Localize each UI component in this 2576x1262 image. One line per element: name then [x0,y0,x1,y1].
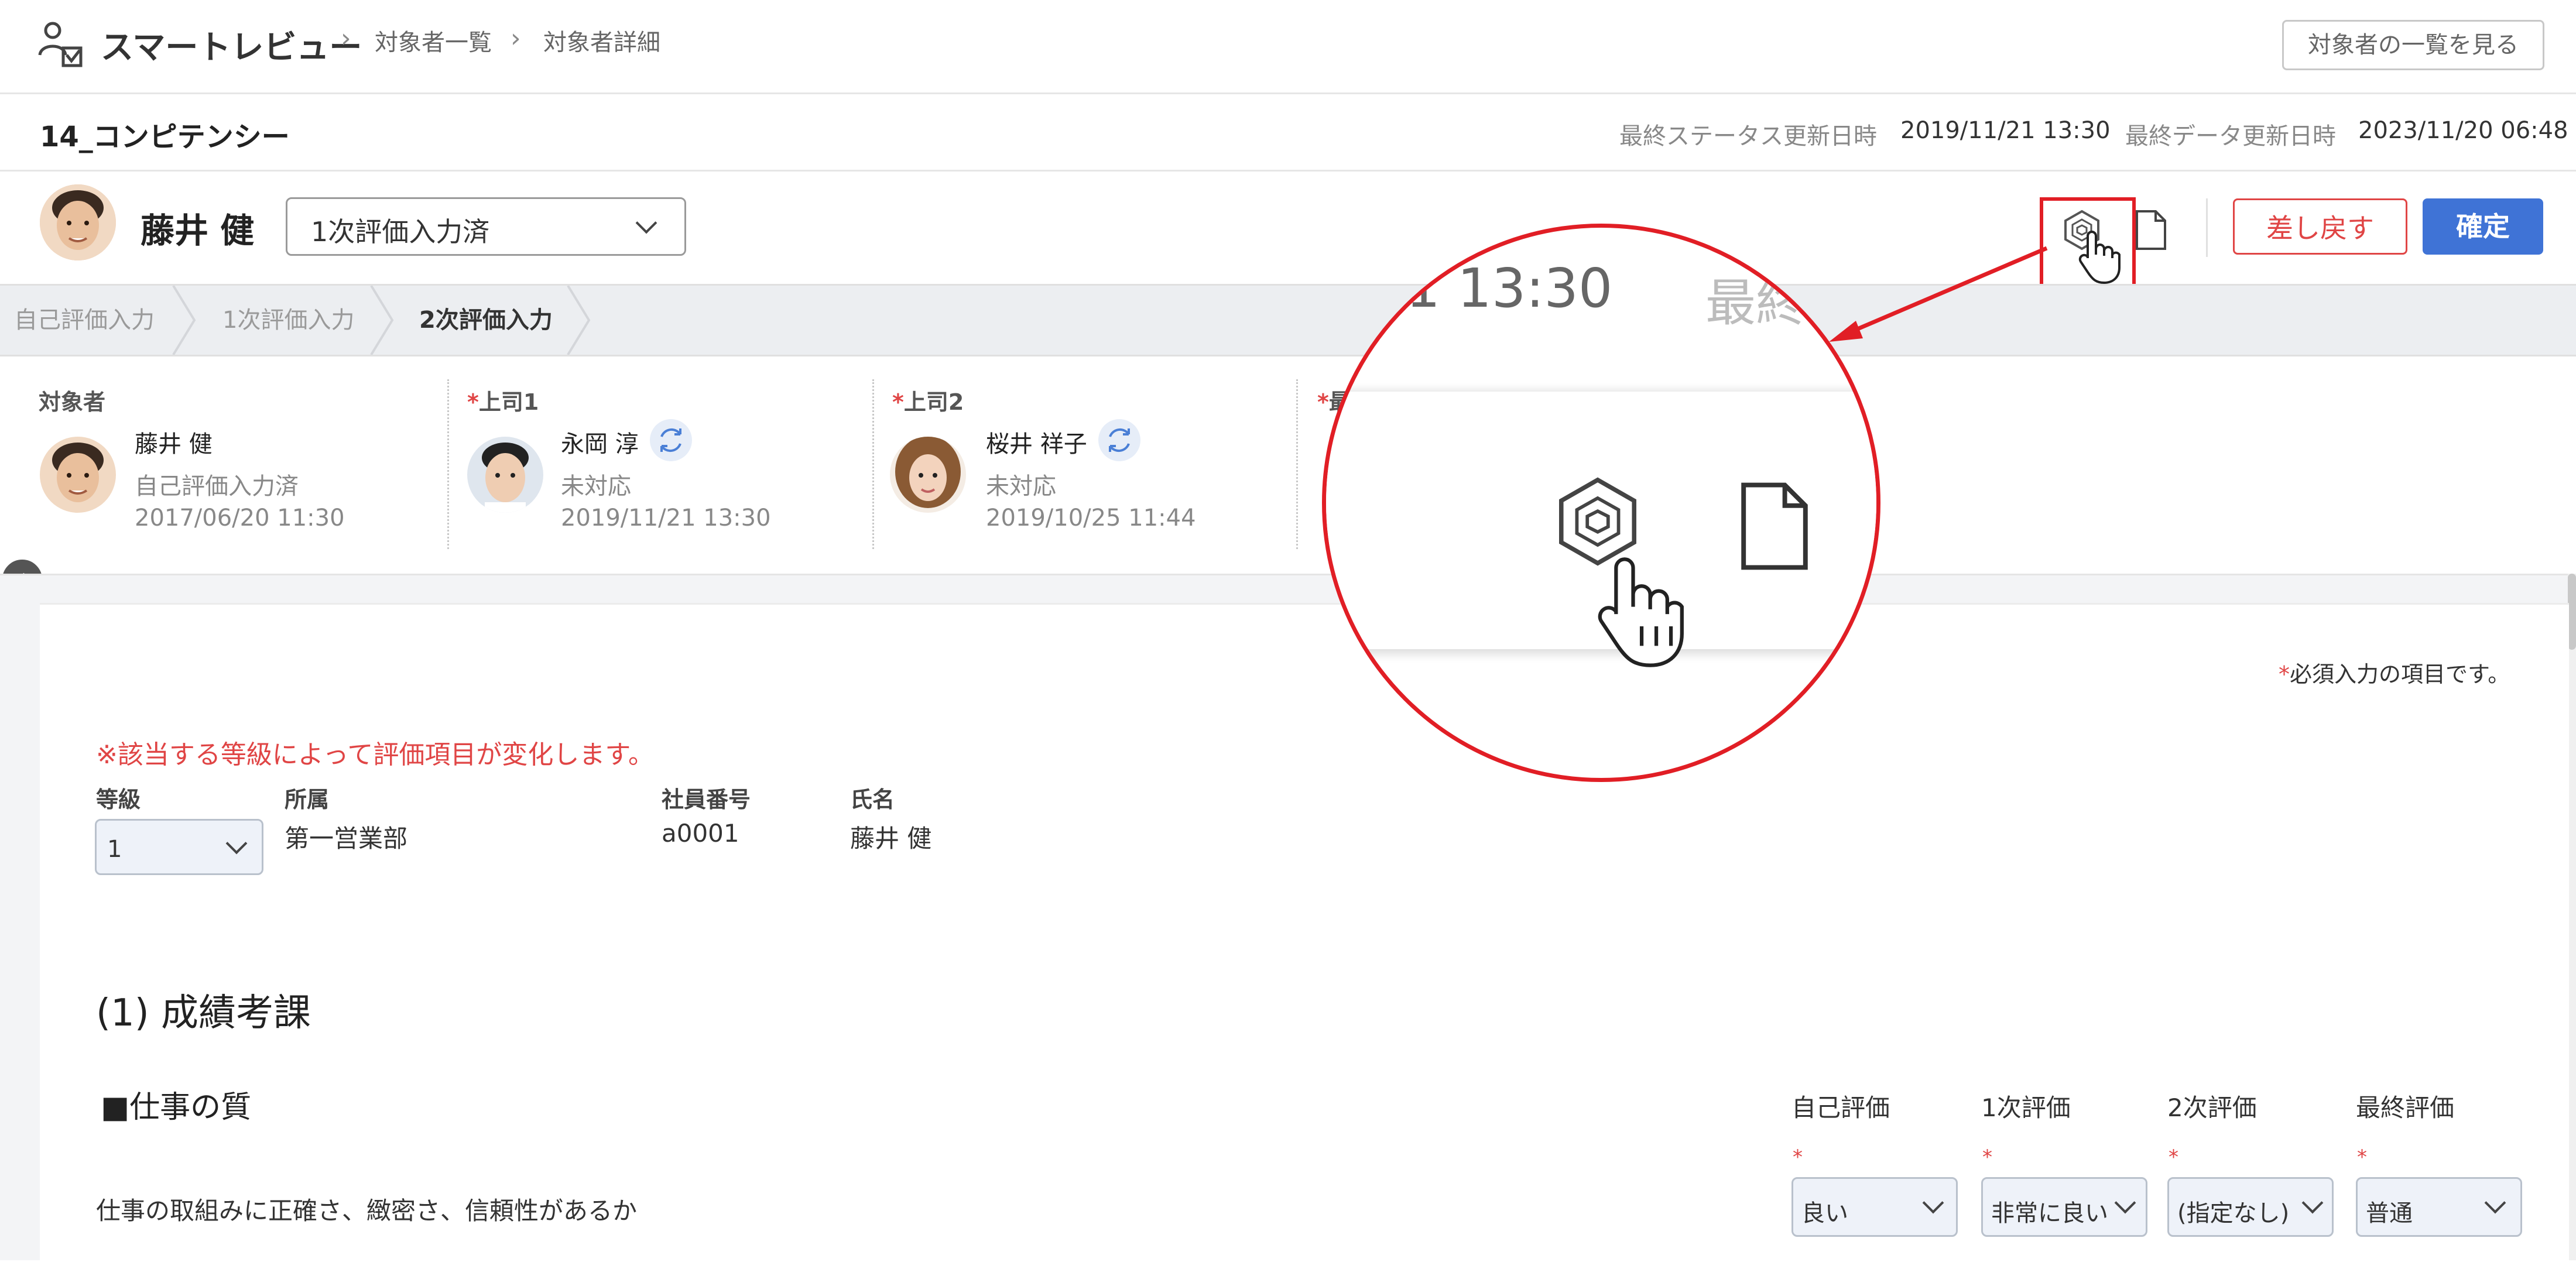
boss2-status: 未対応 [986,473,1056,500]
step-navigation: 自己評価入力 1次評価入力 2次評価入力 [0,284,2576,356]
chevron-down-icon [2114,1192,2136,1214]
empno-value: a0001 [662,819,739,848]
divider [447,379,449,549]
status-select[interactable]: 1次評価入力済 [286,197,686,256]
chevron-down-icon [1922,1192,1944,1214]
status-updated-value: 2019/11/21 13:30 [1900,117,2111,144]
grade-select[interactable]: 1 [95,819,263,875]
col-first: 1次評価 [1981,1093,2071,1122]
col-second: 2次評価 [2167,1093,2257,1122]
first-eval-select[interactable]: 非常に良い [1981,1177,2147,1237]
boss1-label: *上司1 [467,389,539,415]
content-background [0,574,2576,605]
required-mark: * [2169,1146,2178,1169]
avatar [467,437,543,513]
boss1-name: 永岡 淳 [561,431,639,458]
status-updated-label: 最終ステータス更新日時 [1619,123,1877,150]
callout-arrow [1829,246,2048,342]
swap-icon[interactable] [1098,419,1140,461]
data-updated-value: 2023/11/20 06:48 [2358,117,2568,144]
user-bar: 藤井 健 1次評価入力済 差し戻す 確定 [0,172,2576,298]
boss2-date: 2019/10/25 11:44 [986,505,1196,531]
people-panel: 対象者 藤井 健 自己評価入力済 2017/06/20 11:30 *上司1 永… [0,355,2576,571]
subject-label: 対象者 [39,389,106,415]
view-list-button[interactable]: 対象者の一覧を見る [2282,20,2544,70]
subject-date: 2017/06/20 11:30 [135,505,345,531]
required-mark: * [892,389,904,415]
name-label: 氏名 [850,787,895,812]
subject-status: 自己評価入力済 [135,473,299,500]
swap-icon[interactable] [650,419,692,461]
data-updated-label: 最終データ更新日時 [2125,123,2336,150]
scrollbar[interactable] [2568,574,2576,1260]
final-eval-select[interactable]: 普通 [2356,1177,2522,1237]
chevron-down-icon [2484,1192,2506,1214]
app-logo-icon [36,20,85,69]
subsection-title: ■仕事の質 [101,1090,252,1125]
self-eval-value: 良い [1801,1200,1848,1227]
confirm-button[interactable]: 確定 [2423,198,2543,255]
required-mark: * [2357,1146,2367,1169]
section-title: (1) 成績考課 [96,992,311,1035]
boss1-date: 2019/11/21 13:30 [561,505,771,531]
breadcrumb-separator: › [341,23,351,53]
return-button[interactable]: 差し戻す [2233,198,2407,255]
empno-label: 社員番号 [662,787,751,812]
final-eval-value: 普通 [2366,1200,2413,1227]
step-first[interactable]: 1次評価入力 [222,286,354,355]
required-mark: * [2279,661,2290,687]
chevron-down-icon [635,212,657,234]
left-gutter [0,603,40,1260]
self-eval-select[interactable]: 良い [1791,1177,1958,1237]
required-note: *必須入力の項目です。 [2279,661,2510,687]
magnified-label: 最終 [1705,274,1806,332]
dept-value: 第一営業部 [285,824,408,853]
step-self[interactable]: 自己評価入力 [14,286,155,355]
avatar [40,437,116,513]
sheet-title: 14_コンピテンシー [40,121,290,153]
first-eval-value: 非常に良い [1991,1200,2108,1227]
evaluation-form: *必須入力の項目です。 ※該当する等級によって評価項目が変化します。 等級 1 … [40,603,2569,1262]
required-mark: * [1982,1146,1992,1169]
breadcrumb-detail: 対象者詳細 [543,29,660,56]
document-icon[interactable] [2133,209,2169,251]
step-second[interactable]: 2次評価入力 [419,286,553,355]
col-final: 最終評価 [2356,1093,2455,1122]
divider [1296,379,1298,549]
boss2-name: 桜井 祥子 [986,431,1087,458]
chevron-down-icon [2301,1192,2324,1214]
document-icon [1736,479,1813,573]
grade-note: ※該当する等級によって評価項目が変化します。 [96,740,654,770]
required-mark: * [467,389,479,415]
breadcrumb-list[interactable]: 対象者一覧 [375,23,492,57]
second-eval-select[interactable]: (指定なし) [2167,1177,2334,1237]
subject-name: 藤井 健 [135,431,213,458]
scrollbar-thumb[interactable] [2568,574,2576,650]
magnifier-callout: 21 13:30 最終 [1322,224,1880,782]
required-mark: * [1793,1146,1803,1169]
avatar [40,184,116,260]
col-self: 自己評価 [1791,1093,1890,1122]
second-eval-value: (指定なし) [2177,1200,2290,1227]
divider [872,379,874,549]
grade-select-value: 1 [107,836,122,863]
toolbar-divider [2206,198,2208,257]
magnified-time: 21 13:30 [1372,257,1613,320]
question-text: 仕事の取組みに正確さ、緻密さ、信頼性があるか [96,1196,638,1225]
breadcrumb-separator: › [511,23,521,53]
top-bar: スマートレビュー › 対象者一覧 › 対象者詳細 対象者の一覧を見る [0,0,2576,94]
boss1-status: 未対応 [561,473,631,500]
hand-cursor-icon [1591,553,1690,670]
avatar [890,437,966,513]
name-value: 藤井 健 [850,824,932,853]
grade-label: 等級 [96,787,141,812]
hand-cursor-icon [2076,229,2123,285]
app-name[interactable]: スマートレビュー [101,21,362,68]
status-select-value: 1次評価入力済 [311,216,490,248]
dept-label: 所属 [285,787,330,812]
boss2-label: *上司2 [892,389,964,415]
user-name: 藤井 健 [141,211,255,251]
chevron-down-icon [225,832,248,855]
title-bar: 14_コンピテンシー 最終ステータス更新日時 2019/11/21 13:30 … [0,94,2576,172]
